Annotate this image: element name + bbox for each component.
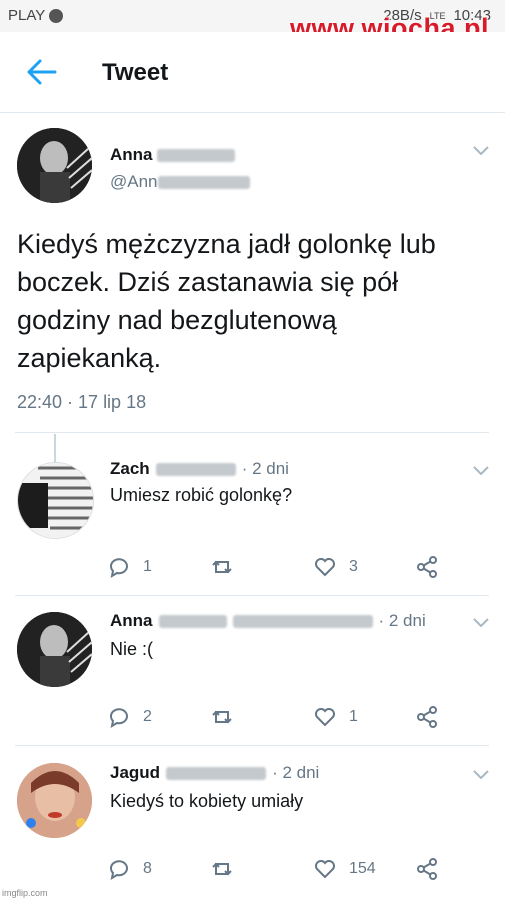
- author-handle-text: @Ann: [110, 172, 158, 191]
- redacted-handle: [155, 462, 236, 476]
- reply-text: Umiesz robić golonkę?: [110, 485, 293, 505]
- share-button[interactable]: [415, 857, 439, 881]
- reply-text: Kiedyś to kobiety umiały: [110, 791, 304, 811]
- reply-header: Anna · 2 dni: [110, 611, 426, 631]
- chevron-down-icon[interactable]: [473, 466, 489, 476]
- reply-icon: [110, 558, 128, 579]
- reply-age: · 2 dni: [241, 459, 289, 478]
- divider: [15, 432, 489, 433]
- retweet-icon: [212, 560, 232, 574]
- avatar-image: [18, 463, 93, 538]
- reply-avatar[interactable]: [17, 462, 94, 539]
- avatar-image: [17, 612, 92, 687]
- chevron-down-icon[interactable]: [473, 770, 489, 780]
- chevron-down-icon[interactable]: [473, 618, 489, 628]
- reply-text: Nie :(: [110, 639, 154, 659]
- like-count: 3: [349, 558, 358, 575]
- like-button[interactable]: 3: [313, 555, 358, 579]
- heart-icon: [315, 860, 335, 879]
- reply-count: 2: [143, 708, 152, 725]
- reply-button[interactable]: 1: [107, 555, 152, 579]
- thread-line: [54, 434, 56, 464]
- footer-credit: imgflip.com: [2, 888, 48, 898]
- author-handle[interactable]: @Ann: [110, 172, 250, 192]
- share-icon: [417, 706, 437, 728]
- redacted-surname: [158, 614, 227, 628]
- like-button[interactable]: 1: [313, 705, 358, 729]
- retweet-icon: [212, 862, 232, 876]
- status-carrier: PLAY: [8, 7, 64, 24]
- tweet-timestamp: 22:40 · 17 lip 18: [17, 392, 147, 412]
- reply-age: · 2 dni: [272, 763, 320, 782]
- back-arrow-icon[interactable]: [27, 58, 57, 86]
- app-header: Tweet: [0, 32, 505, 113]
- tweet-text: Kiedyś mężczyzna jadł golonkę lub boczek…: [17, 229, 436, 373]
- reply-button[interactable]: 2: [107, 705, 152, 729]
- reply-author-name[interactable]: Jagud: [110, 763, 160, 783]
- reply-button[interactable]: 8: [107, 857, 152, 881]
- reply-icon: [110, 708, 128, 729]
- share-icon: [417, 556, 437, 578]
- share-button[interactable]: [415, 705, 439, 729]
- reply-author-name[interactable]: Anna: [110, 611, 153, 631]
- heart-icon: [315, 708, 335, 727]
- reply-avatar[interactable]: [17, 612, 92, 687]
- reply-age: · 2 dni: [378, 611, 426, 630]
- heart-icon: [315, 558, 335, 577]
- share-button[interactable]: [415, 555, 439, 579]
- redacted-handle: [232, 614, 373, 628]
- like-button[interactable]: 154: [313, 857, 376, 881]
- carrier-label: PLAY: [8, 7, 46, 24]
- reply-count: 8: [143, 860, 152, 877]
- reply-header: Jagud · 2 dni: [110, 763, 319, 783]
- chevron-down-icon[interactable]: [473, 146, 489, 156]
- retweet-button[interactable]: [210, 857, 246, 881]
- reply-avatar[interactable]: [17, 763, 92, 838]
- divider: [15, 745, 489, 746]
- reply-icon: [110, 860, 128, 881]
- page-title: Tweet: [102, 59, 169, 86]
- avatar-image: [17, 763, 92, 838]
- retweet-icon: [212, 710, 232, 724]
- redacted-handle: [157, 176, 250, 190]
- redacted-surname: [157, 149, 236, 163]
- author-name-text: Anna: [110, 145, 153, 164]
- spotify-icon: [49, 8, 64, 23]
- retweet-button[interactable]: [210, 705, 246, 729]
- retweet-button[interactable]: [210, 555, 246, 579]
- divider: [15, 595, 489, 596]
- reply-count: 1: [143, 558, 152, 575]
- reply-author-name[interactable]: Zach: [110, 459, 150, 479]
- avatar-image: [17, 128, 92, 203]
- reply-header: Zach · 2 dni: [110, 459, 289, 479]
- share-icon: [417, 858, 437, 880]
- redacted-handle: [166, 766, 267, 780]
- like-count: 154: [349, 860, 376, 877]
- like-count: 1: [349, 708, 358, 725]
- author-name[interactable]: Anna: [110, 145, 236, 165]
- avatar[interactable]: [17, 128, 92, 203]
